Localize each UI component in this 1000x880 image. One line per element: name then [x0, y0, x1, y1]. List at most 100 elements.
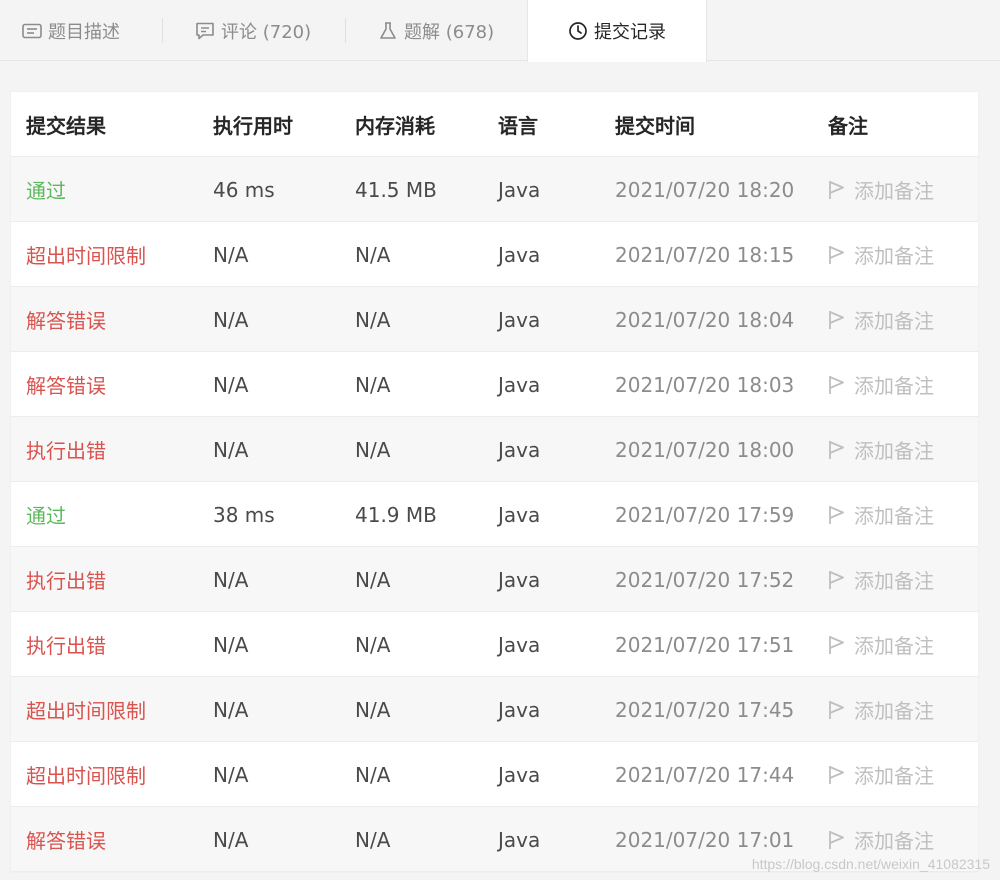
flag-icon: [828, 635, 846, 655]
add-note-label: 添加备注: [854, 699, 934, 723]
memory-value: N/A: [355, 762, 391, 787]
memory-value: 41.9 MB: [355, 502, 437, 527]
table-row: 执行出错 N/A N/A Java 2021/07/20 17:52 添加备注: [11, 547, 978, 612]
header-language: 语言: [498, 114, 538, 138]
memory-value: N/A: [355, 307, 391, 332]
table-row: 通过 46 ms 41.5 MB Java 2021/07/20 18:20 添…: [11, 157, 978, 222]
runtime-value: N/A: [213, 372, 249, 397]
language-value: Java: [498, 242, 541, 267]
status-link[interactable]: 执行出错: [26, 612, 106, 677]
submit-time: 2021/07/20 17:45: [615, 697, 795, 722]
language-value: Java: [498, 372, 541, 397]
add-note-button[interactable]: 添加备注: [828, 482, 934, 547]
add-note-label: 添加备注: [854, 309, 934, 333]
language-value: Java: [498, 632, 541, 657]
submit-time: 2021/07/20 17:51: [615, 632, 795, 657]
submit-time: 2021/07/20 18:15: [615, 242, 795, 267]
submit-time: 2021/07/20 17:44: [615, 762, 795, 787]
watermark: https://blog.csdn.net/weixin_41082315: [751, 856, 990, 872]
runtime-value: N/A: [213, 697, 249, 722]
header-submit-time: 提交时间: [615, 114, 695, 138]
header-note: 备注: [828, 114, 868, 138]
memory-value: 41.5 MB: [355, 177, 437, 202]
status-link[interactable]: 超出时间限制: [26, 677, 146, 742]
language-value: Java: [498, 762, 541, 787]
submissions-table: 提交结果 执行用时 内存消耗 语言 提交时间 备注 通过 46 ms 41.5 …: [11, 92, 978, 872]
status-link[interactable]: 执行出错: [26, 547, 106, 612]
memory-value: N/A: [355, 242, 391, 267]
status-link[interactable]: 超出时间限制: [26, 222, 146, 287]
language-value: Java: [498, 502, 541, 527]
memory-value: N/A: [355, 632, 391, 657]
add-note-label: 添加备注: [854, 764, 934, 788]
memory-value: N/A: [355, 372, 391, 397]
table-row: 解答错误 N/A N/A Java 2021/07/20 18:03 添加备注: [11, 352, 978, 417]
add-note-button[interactable]: 添加备注: [828, 352, 934, 417]
flag-icon: [828, 830, 846, 850]
status-link[interactable]: 解答错误: [26, 807, 106, 872]
memory-value: N/A: [355, 827, 391, 852]
flag-icon: [828, 700, 846, 720]
flag-icon: [828, 310, 846, 330]
flag-icon: [828, 245, 846, 265]
flask-icon: [378, 21, 398, 41]
runtime-value: N/A: [213, 762, 249, 787]
memory-value: N/A: [355, 697, 391, 722]
language-value: Java: [498, 307, 541, 332]
tab-divider: [345, 18, 346, 43]
tab-comments[interactable]: 评论 (720): [195, 0, 311, 61]
tab-bar: 题目描述 评论 (720) 题解 (678) 提交记录: [0, 0, 1000, 62]
comment-icon: [195, 21, 215, 41]
status-link[interactable]: 通过: [26, 482, 66, 547]
runtime-value: 46 ms: [213, 177, 275, 202]
add-note-button[interactable]: 添加备注: [828, 612, 934, 677]
tab-submissions[interactable]: 提交记录: [527, 0, 707, 62]
table-row: 执行出错 N/A N/A Java 2021/07/20 18:00 添加备注: [11, 417, 978, 482]
add-note-label: 添加备注: [854, 634, 934, 658]
tab-divider: [162, 18, 163, 43]
table-row: 执行出错 N/A N/A Java 2021/07/20 17:51 添加备注: [11, 612, 978, 677]
runtime-value: N/A: [213, 827, 249, 852]
status-link[interactable]: 超出时间限制: [26, 742, 146, 807]
tab-submissions-label: 提交记录: [594, 22, 666, 43]
submit-time: 2021/07/20 18:04: [615, 307, 795, 332]
language-value: Java: [498, 437, 541, 462]
add-note-label: 添加备注: [854, 569, 934, 593]
header-status: 提交结果: [26, 114, 106, 138]
add-note-button[interactable]: 添加备注: [828, 157, 934, 222]
memory-value: N/A: [355, 437, 391, 462]
add-note-button[interactable]: 添加备注: [828, 417, 934, 482]
header-memory: 内存消耗: [355, 114, 435, 138]
tab-solutions[interactable]: 题解 (678): [378, 0, 494, 61]
table-row: 超出时间限制 N/A N/A Java 2021/07/20 18:15 添加备…: [11, 222, 978, 287]
runtime-value: N/A: [213, 632, 249, 657]
language-value: Java: [498, 567, 541, 592]
language-value: Java: [498, 827, 541, 852]
add-note-button[interactable]: 添加备注: [828, 222, 934, 287]
table-header: 提交结果 执行用时 内存消耗 语言 提交时间 备注: [11, 92, 978, 157]
flag-icon: [828, 180, 846, 200]
status-link[interactable]: 解答错误: [26, 352, 106, 417]
flag-icon: [828, 505, 846, 525]
language-value: Java: [498, 177, 541, 202]
table-row: 超出时间限制 N/A N/A Java 2021/07/20 17:45 添加备…: [11, 677, 978, 742]
tab-description[interactable]: 题目描述: [22, 0, 120, 61]
status-link[interactable]: 通过: [26, 157, 66, 222]
header-runtime: 执行用时: [213, 114, 293, 138]
add-note-label: 添加备注: [854, 829, 934, 853]
add-note-button[interactable]: 添加备注: [828, 287, 934, 352]
runtime-value: 38 ms: [213, 502, 275, 527]
add-note-label: 添加备注: [854, 374, 934, 398]
runtime-value: N/A: [213, 567, 249, 592]
flag-icon: [828, 570, 846, 590]
flag-icon: [828, 440, 846, 460]
flag-icon: [828, 375, 846, 395]
runtime-value: N/A: [213, 307, 249, 332]
memory-value: N/A: [355, 567, 391, 592]
language-value: Java: [498, 697, 541, 722]
add-note-button[interactable]: 添加备注: [828, 547, 934, 612]
add-note-button[interactable]: 添加备注: [828, 742, 934, 807]
status-link[interactable]: 解答错误: [26, 287, 106, 352]
status-link[interactable]: 执行出错: [26, 417, 106, 482]
add-note-button[interactable]: 添加备注: [828, 677, 934, 742]
